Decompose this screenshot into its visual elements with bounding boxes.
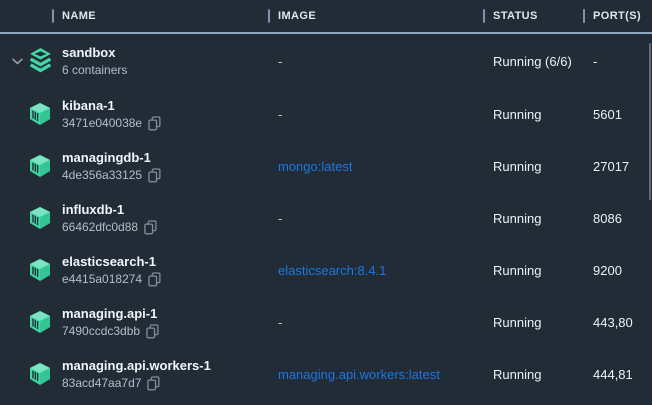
status-text: Running (483, 263, 583, 278)
containers-table: NAME IMAGE STATUS PORT(S) (0, 0, 652, 405)
ports-text: 8086 (583, 211, 652, 226)
image-link[interactable]: elasticsearch:8.4.1 (268, 263, 483, 278)
table-row[interactable]: managingdb-1 4de356a33125 mongo:latest R… (0, 140, 652, 192)
copy-icon[interactable] (144, 220, 157, 235)
copy-icon[interactable] (148, 116, 161, 131)
image-text: - (268, 54, 483, 69)
name-cell: elasticsearch-1 e4415a018274 (0, 254, 268, 287)
container-cube-icon (28, 310, 52, 334)
ports-text: - (583, 54, 652, 69)
compose-group-row[interactable]: sandbox 6 containers - Running (6/6) - (0, 34, 652, 88)
copy-icon[interactable] (148, 168, 161, 183)
status-text: Running (483, 211, 583, 226)
table-header: NAME IMAGE STATUS PORT(S) (0, 0, 652, 32)
ports-text: 9200 (583, 263, 652, 278)
column-divider (268, 9, 270, 23)
table-row[interactable]: managing.api.workers-1 83acd47aa7d7 mana… (0, 348, 652, 400)
name-cell: managingdb-1 4de356a33125 (0, 150, 268, 183)
container-id: 3471e040038e (62, 116, 142, 131)
copy-icon[interactable] (148, 272, 161, 287)
column-header-image-label: IMAGE (278, 10, 316, 22)
container-id: 7490ccdc3dbb (62, 324, 140, 339)
image-text: - (268, 315, 483, 330)
container-id: 4de356a33125 (62, 168, 142, 183)
container-cube-icon (28, 102, 52, 126)
container-name: managing.api-1 (62, 306, 157, 321)
column-header-name-label: NAME (62, 10, 96, 22)
container-name: elasticsearch-1 (62, 254, 156, 269)
table-row[interactable]: influxdb-1 66462dfc0d88 - Running 8086 (0, 192, 652, 244)
container-name: managingdb-1 (62, 150, 151, 165)
name-cell: kibana-1 3471e040038e (0, 98, 268, 131)
image-link[interactable]: managing.api.workers:latest (268, 367, 483, 382)
ports-text: 5601 (583, 107, 652, 122)
status-text: Running (6/6) (483, 54, 583, 69)
image-text: - (268, 107, 483, 122)
column-header-ports[interactable]: PORT(S) (583, 9, 652, 23)
column-header-ports-label: PORT(S) (593, 10, 641, 22)
name-cell: managing.api.workers-1 83acd47aa7d7 (0, 358, 268, 391)
ports-text: 443,80 (583, 315, 652, 330)
column-divider (483, 9, 485, 23)
status-text: Running (483, 367, 583, 382)
container-id: 6 containers (62, 63, 127, 78)
table-row[interactable]: kibana-1 3471e040038e - Running 5601 (0, 88, 652, 140)
container-cube-icon (28, 154, 52, 178)
container-id: 83acd47aa7d7 (62, 376, 141, 391)
image-link[interactable]: mongo:latest (268, 159, 483, 174)
container-cube-icon (28, 206, 52, 230)
scrollbar[interactable] (649, 43, 651, 200)
container-cube-icon (28, 258, 52, 282)
name-cell: managing.api-1 7490ccdc3dbb (0, 306, 268, 339)
container-id: e4415a018274 (62, 272, 142, 287)
column-header-status[interactable]: STATUS (483, 9, 583, 23)
column-header-image[interactable]: IMAGE (268, 9, 483, 23)
table-row[interactable]: managing.api-1 7490ccdc3dbb - Running 44… (0, 296, 652, 348)
container-id: 66462dfc0d88 (62, 220, 138, 235)
container-cube-icon (28, 362, 52, 386)
container-name: sandbox (62, 45, 115, 60)
status-text: Running (483, 159, 583, 174)
ports-text: 27017 (583, 159, 652, 174)
column-header-status-label: STATUS (493, 10, 538, 22)
layers-stack-icon (28, 47, 53, 75)
column-divider (583, 9, 585, 23)
copy-icon[interactable] (147, 376, 160, 391)
table-row[interactable]: elasticsearch-1 e4415a018274 elasticsear… (0, 244, 652, 296)
status-text: Running (483, 315, 583, 330)
chevron-down-icon[interactable] (10, 58, 24, 65)
copy-icon[interactable] (146, 324, 159, 339)
container-name: influxdb-1 (62, 202, 124, 217)
container-name: managing.api.workers-1 (62, 358, 211, 373)
column-header-name[interactable]: NAME (0, 9, 268, 23)
container-name: kibana-1 (62, 98, 115, 113)
table-body: sandbox 6 containers - Running (6/6) - (0, 34, 652, 405)
image-text: - (268, 211, 483, 226)
name-cell: influxdb-1 66462dfc0d88 (0, 202, 268, 235)
name-cell: sandbox 6 containers (0, 45, 268, 78)
column-divider (52, 9, 54, 23)
status-text: Running (483, 107, 583, 122)
ports-text: 444,81 (583, 367, 652, 382)
